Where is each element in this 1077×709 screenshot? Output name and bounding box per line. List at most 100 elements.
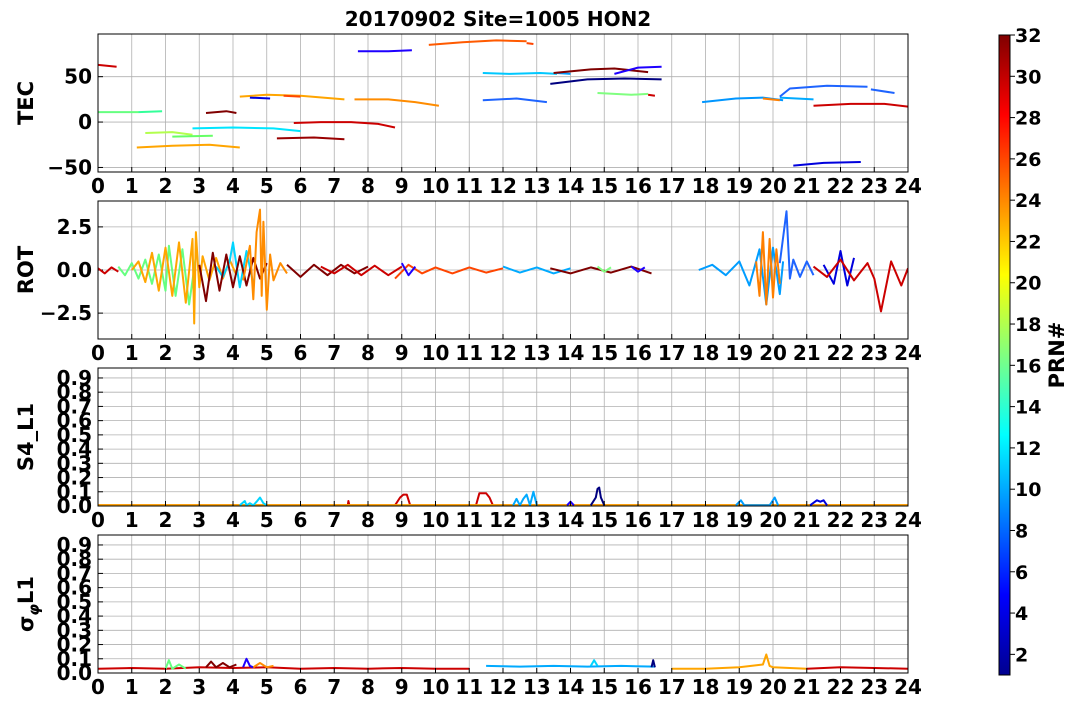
x-tick-label: 4	[226, 508, 240, 532]
x-tick-label: 19	[725, 675, 753, 699]
series-line	[276, 136, 345, 141]
x-tick-label: 19	[725, 174, 753, 198]
x-tick-label: 24	[894, 508, 922, 532]
x-tick-label: 5	[260, 675, 274, 699]
series-line	[242, 657, 254, 669]
x-tick-label: 22	[827, 174, 855, 198]
series-line	[482, 72, 558, 75]
series-line	[778, 210, 815, 280]
colorbar-tick-label: 22	[1015, 231, 1041, 253]
x-tick-label: 13	[523, 341, 551, 365]
x-tick-label: 18	[692, 174, 720, 198]
x-tick-label: 1	[125, 174, 139, 198]
x-tick-label: 17	[658, 341, 686, 365]
x-tick-label: 12	[489, 508, 517, 532]
series-line	[205, 660, 237, 669]
colorbar-tick-label: 28	[1015, 108, 1041, 130]
x-tick-label: 15	[590, 675, 618, 699]
colorbar-tick-label: 4	[1015, 603, 1028, 625]
y-tick-label: 0	[78, 110, 92, 134]
x-tick-label: 1	[125, 675, 139, 699]
colorbar-tick-label: 2	[1015, 644, 1028, 666]
series-line	[822, 250, 855, 287]
y-tick-label: 0.9	[57, 366, 92, 390]
series-line	[550, 77, 662, 85]
series-line	[482, 97, 548, 104]
y-axis-label: σφL1	[14, 576, 43, 632]
series-line	[138, 110, 163, 114]
x-tick-label: 7	[327, 174, 341, 198]
y-axis-label: TEC	[14, 81, 38, 125]
x-tick-label: 8	[361, 675, 375, 699]
series-line	[293, 121, 396, 129]
x-tick-label: 18	[692, 675, 720, 699]
x-tick-label: 22	[827, 341, 855, 365]
x-tick-label: 22	[827, 508, 855, 532]
colorbar-tick-label: 24	[1015, 190, 1041, 212]
x-tick-label: 9	[395, 341, 409, 365]
x-tick-label: 16	[624, 675, 652, 699]
x-tick-label: 7	[327, 675, 341, 699]
x-tick-label: 16	[624, 341, 652, 365]
x-tick-label: 16	[624, 174, 652, 198]
x-tick-label: 12	[489, 341, 517, 365]
colorbar-tick-label: 32	[1015, 25, 1041, 47]
x-tick-label: 17	[658, 675, 686, 699]
colorbar-tick-label: 20	[1015, 273, 1041, 295]
colorbar-tick-label: 16	[1015, 355, 1041, 377]
y-tick-label: −2.5	[40, 301, 92, 325]
x-tick-label: 8	[361, 174, 375, 198]
x-tick-label: 13	[523, 675, 551, 699]
x-tick-label: 6	[294, 341, 308, 365]
y-axis-label: S4_L1	[14, 403, 38, 471]
x-tick-label: 8	[361, 508, 375, 532]
x-tick-label: 16	[624, 508, 652, 532]
colorbar-tick-label: 10	[1015, 479, 1041, 501]
panel-0: 500−500 1 2 3 4 5 6 7 8 9 10 11 12 13 14 15 16 17 18 19 20 21…	[14, 33, 922, 198]
series-line	[164, 659, 187, 670]
x-tick-label: 20	[759, 174, 787, 198]
y-tick-label: 0.0	[57, 258, 92, 282]
series-line	[98, 63, 117, 68]
x-tick-label: 24	[894, 675, 922, 699]
x-tick-label: 14	[557, 174, 585, 198]
y-tick-label: 50	[64, 65, 92, 89]
x-tick-label: 4	[226, 174, 240, 198]
x-tick-label: 15	[590, 508, 618, 532]
colorbar-tick-label: 18	[1015, 314, 1041, 336]
x-tick-label: 3	[192, 675, 206, 699]
series-line	[597, 92, 649, 96]
x-tick-label: 2	[159, 675, 173, 699]
x-tick-label: 7	[327, 508, 341, 532]
x-tick-label: 20	[759, 341, 787, 365]
series-line	[428, 39, 527, 46]
x-tick-label: 15	[590, 341, 618, 365]
x-tick-label: 23	[860, 675, 888, 699]
x-tick-label: 10	[422, 675, 450, 699]
x-tick-label: 11	[455, 675, 483, 699]
colorbar: 2468101214161820222426283032PRN#	[998, 25, 1069, 676]
series-line	[98, 266, 119, 275]
x-tick-label: 3	[192, 341, 206, 365]
series-line	[131, 231, 238, 325]
chart-title: 20170902 Site=1005 HON2	[345, 7, 651, 31]
x-tick-label: 19	[725, 341, 753, 365]
series-line	[813, 102, 908, 108]
x-tick-label: 0	[91, 174, 105, 198]
x-tick-label: 19	[725, 508, 753, 532]
series-line	[779, 84, 868, 98]
x-tick-label: 12	[489, 174, 517, 198]
series-line	[249, 96, 271, 100]
x-tick-label: 5	[260, 174, 274, 198]
series-line	[136, 143, 240, 149]
series-line	[526, 42, 534, 45]
panel-2: 0.00.10.20.30.40.50.60.70.80.90 1 2 3 4 5 6 7 8 9…	[14, 366, 922, 532]
colorbar-tick-label: 8	[1015, 520, 1028, 542]
x-tick-label: 21	[793, 675, 821, 699]
x-tick-label: 23	[860, 174, 888, 198]
x-tick-label: 9	[395, 508, 409, 532]
series-line	[242, 208, 288, 311]
x-tick-label: 1	[125, 341, 139, 365]
x-tick-label: 4	[226, 341, 240, 365]
panel-1: 2.50.0−2.50 1 2 3 4 5 6 7 8 9 10 11 12 13 14 15 16 17 18 19…	[14, 200, 922, 365]
